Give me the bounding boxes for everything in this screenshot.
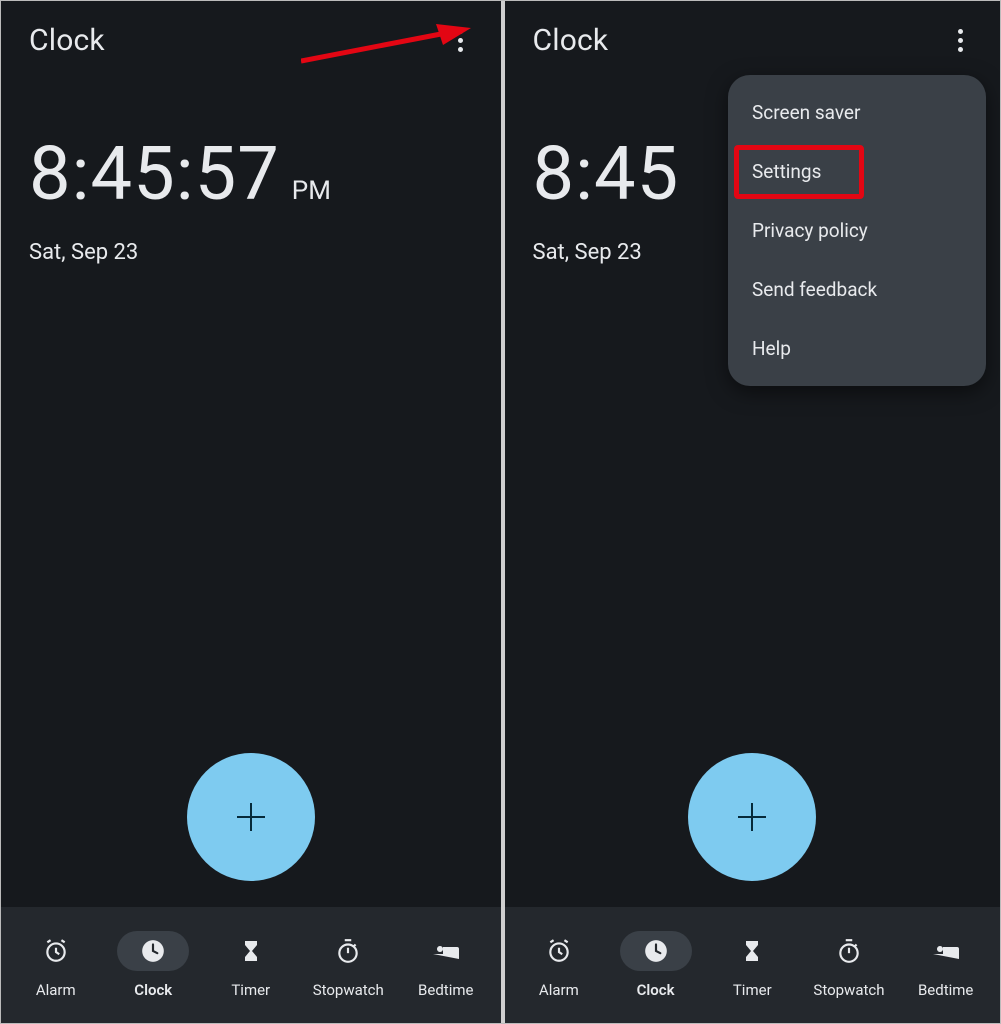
nav-timer[interactable]: Timer xyxy=(704,931,801,999)
app-bar: Clock xyxy=(1,1,501,71)
clock-content: 8:45:57 PM Sat, Sep 23 xyxy=(1,71,501,907)
overflow-menu-button[interactable] xyxy=(441,20,481,60)
nav-bedtime[interactable]: Bedtime xyxy=(897,931,994,999)
menu-item-screensaver[interactable]: Screen saver xyxy=(728,83,986,142)
stopwatch-icon xyxy=(836,938,862,964)
phone-left: Clock 8:45:57 PM Sat, Sep 23 Alarm xyxy=(1,1,501,1023)
clock-icon xyxy=(643,938,669,964)
nav-alarm[interactable]: Alarm xyxy=(511,931,608,999)
nav-label: Stopwatch xyxy=(813,981,884,999)
add-city-fab[interactable] xyxy=(187,753,315,881)
clock-icon xyxy=(140,938,166,964)
menu-item-feedback[interactable]: Send feedback xyxy=(728,260,986,319)
nav-label: Bedtime xyxy=(918,981,973,999)
app-bar: Clock xyxy=(505,1,1001,71)
phone-right: Clock 8:45 Sat, Sep 23 Screen saver Sett… xyxy=(501,1,1001,1023)
nav-stopwatch[interactable]: Stopwatch xyxy=(801,931,898,999)
nav-label: Timer xyxy=(231,981,270,999)
alarm-icon xyxy=(546,938,572,964)
hourglass-icon xyxy=(740,938,764,964)
time-value: 8:45:57 xyxy=(29,131,280,218)
stopwatch-icon xyxy=(335,938,361,964)
app-title: Clock xyxy=(533,23,609,58)
more-vert-icon xyxy=(458,29,463,52)
nav-label: Clock xyxy=(134,981,172,999)
nav-label: Bedtime xyxy=(418,981,473,999)
hourglass-icon xyxy=(239,938,263,964)
time-value: 8:45 xyxy=(533,131,680,218)
time-row: 8:45:57 PM xyxy=(29,131,473,218)
more-vert-icon xyxy=(958,29,963,52)
nav-clock[interactable]: Clock xyxy=(105,931,203,999)
bottom-nav: Alarm Clock Timer Stopwatch Bedtime xyxy=(1,907,501,1023)
nav-label: Alarm xyxy=(539,981,579,999)
overflow-menu-button[interactable] xyxy=(940,20,980,60)
nav-alarm[interactable]: Alarm xyxy=(7,931,105,999)
nav-stopwatch[interactable]: Stopwatch xyxy=(300,931,398,999)
add-city-fab[interactable] xyxy=(688,753,816,881)
app-title: Clock xyxy=(29,23,105,58)
nav-label: Alarm xyxy=(36,981,76,999)
overflow-menu: Screen saver Settings Privacy policy Sen… xyxy=(728,75,986,386)
nav-timer[interactable]: Timer xyxy=(202,931,300,999)
nav-label: Timer xyxy=(733,981,772,999)
nav-label: Stopwatch xyxy=(313,981,384,999)
menu-item-settings[interactable]: Settings xyxy=(728,142,986,201)
plus-icon xyxy=(237,803,265,831)
menu-item-help[interactable]: Help xyxy=(728,319,986,378)
date-value: Sat, Sep 23 xyxy=(29,240,473,265)
nav-clock[interactable]: Clock xyxy=(607,931,704,999)
bottom-nav: Alarm Clock Timer Stopwatch Bedtime xyxy=(505,907,1001,1023)
plus-icon xyxy=(738,803,766,831)
bed-icon xyxy=(431,940,461,962)
alarm-icon xyxy=(43,938,69,964)
time-ampm: PM xyxy=(292,176,331,206)
nav-bedtime[interactable]: Bedtime xyxy=(397,931,495,999)
bed-icon xyxy=(931,940,961,962)
nav-label: Clock xyxy=(637,981,675,999)
menu-item-privacy[interactable]: Privacy policy xyxy=(728,201,986,260)
